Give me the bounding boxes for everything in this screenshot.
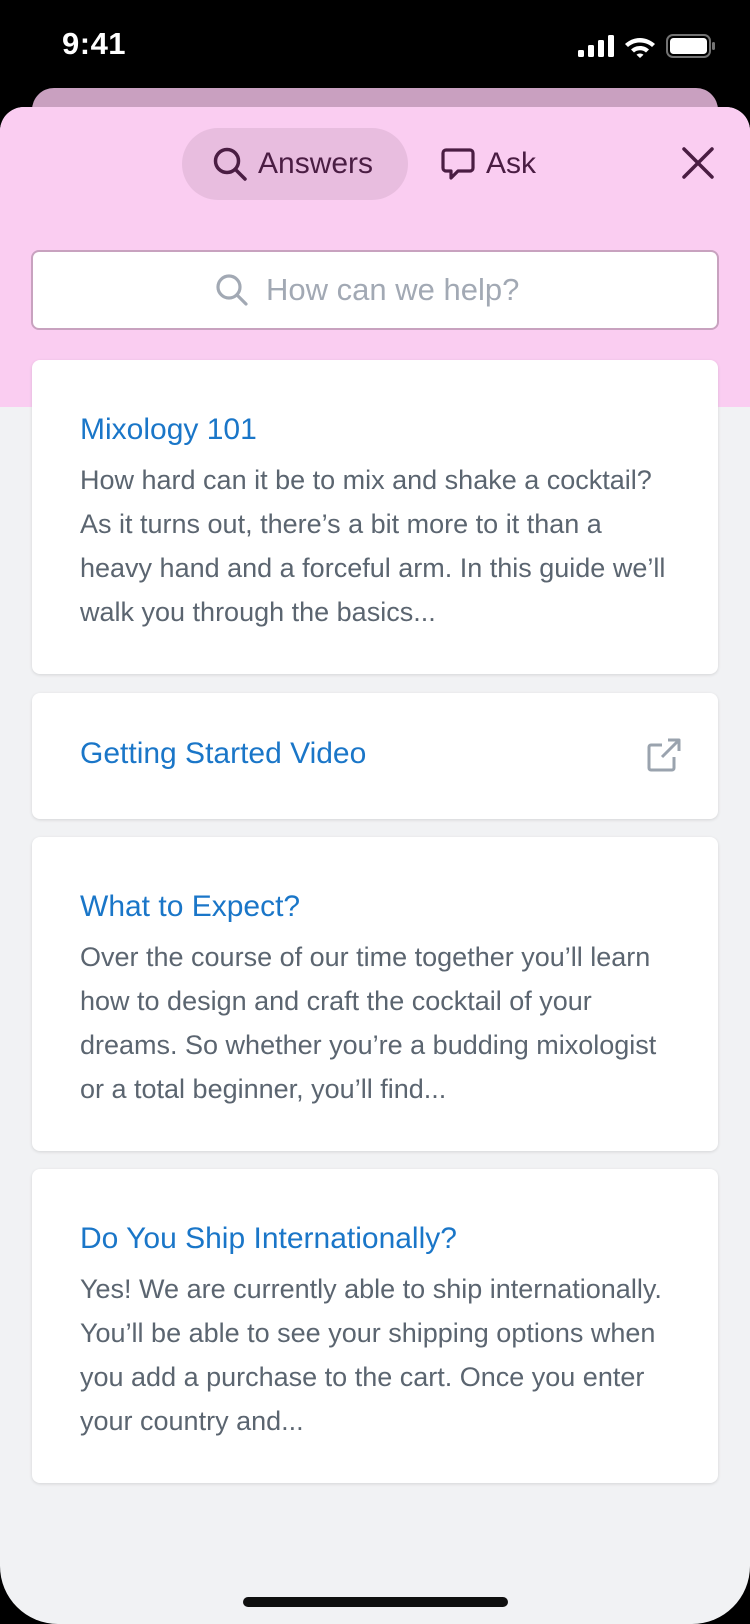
status-bar: 9:41 — [0, 0, 750, 90]
search-icon — [216, 274, 248, 306]
tab-answers-label: Answers — [258, 147, 374, 180]
article-card[interactable]: Mixology 101 How hard can it be to mix a… — [32, 360, 718, 674]
article-card[interactable]: What to Expect? Over the course of our t… — [32, 837, 718, 1151]
tab-answers[interactable]: Answers — [182, 128, 408, 200]
article-title: Mixology 101 — [80, 413, 257, 446]
article-title: Do You Ship Internationally? — [80, 1222, 457, 1255]
article-card-link[interactable]: Getting Started Video — [32, 693, 718, 819]
search-input[interactable] — [266, 272, 536, 308]
tab-bar: Answers Ask — [182, 128, 566, 200]
article-excerpt: Over the course of our time together you… — [80, 942, 657, 1104]
help-sheet: Answers Ask Mixology 101 How hard can i — [0, 107, 750, 1624]
tab-ask[interactable]: Ask — [408, 128, 566, 200]
search-field[interactable] — [31, 250, 719, 330]
wifi-icon — [625, 38, 655, 58]
article-card[interactable]: Do You Ship Internationally? Yes! We are… — [32, 1169, 718, 1483]
home-indicator[interactable] — [243, 1597, 508, 1607]
article-excerpt: How hard can it be to mix and shake a co… — [80, 465, 666, 627]
battery-icon — [666, 34, 715, 58]
status-time: 9:41 — [62, 26, 127, 61]
article-title: Getting Started Video — [80, 737, 367, 770]
search-icon — [213, 147, 247, 181]
close-icon[interactable] — [678, 143, 718, 183]
phone-screen: 9:41 Answers Ask How can we help? Mixolo… — [0, 0, 750, 1624]
signal-icon — [578, 35, 614, 57]
chat-bubble-icon — [441, 148, 475, 180]
status-icons — [578, 34, 716, 58]
tab-ask-label: Ask — [486, 147, 537, 180]
article-excerpt: Yes! We are currently able to ship inter… — [80, 1274, 662, 1436]
external-link-icon — [647, 738, 681, 772]
article-title: What to Expect? — [80, 890, 301, 923]
